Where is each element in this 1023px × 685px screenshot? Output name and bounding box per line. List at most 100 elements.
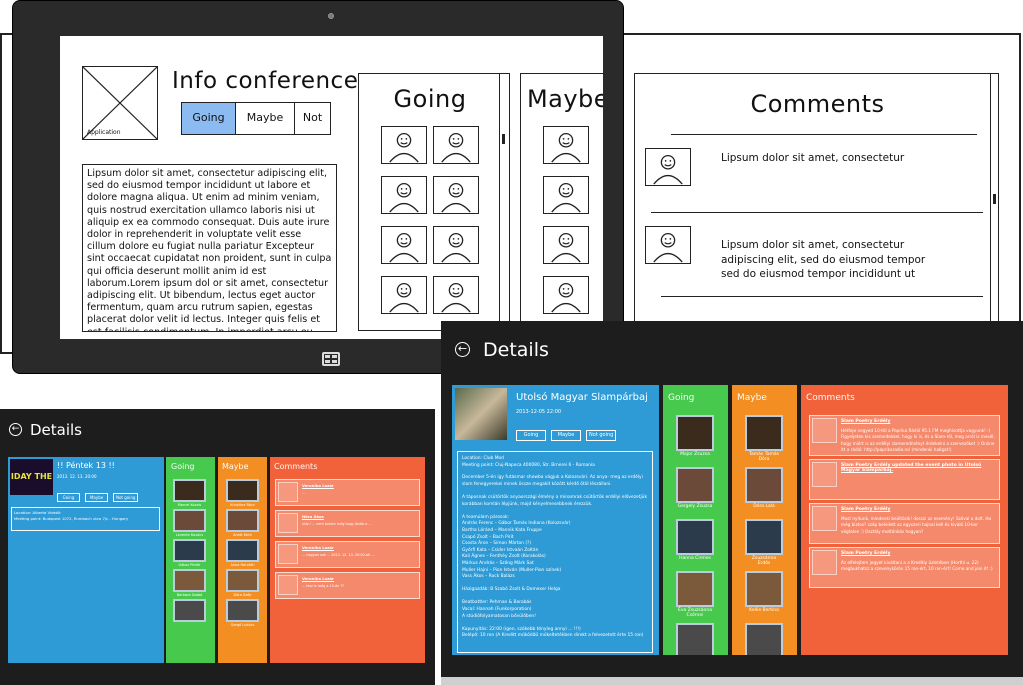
attendee[interactable]: Zsuzsánna Erdős <box>745 519 783 566</box>
comment-author[interactable]: Nóra Ákos <box>302 514 417 519</box>
maybe-option[interactable]: Maybe <box>236 103 295 134</box>
attendee-name: Gergely Zsuzsa <box>677 504 713 509</box>
comment-card[interactable]: Slam Poetry Erdély updated the event pho… <box>809 459 1000 500</box>
attendee-avatar-icon <box>433 276 479 314</box>
attendee-avatar-icon <box>543 126 589 164</box>
description-line <box>462 488 648 495</box>
going-option[interactable]: Going <box>182 103 236 134</box>
back-arrow-icon[interactable]: ← <box>9 423 22 436</box>
event-thumbnail <box>455 388 507 440</box>
not-going-button[interactable]: Not going <box>113 493 139 502</box>
attendee-name: Anna Horváth <box>230 563 255 567</box>
attendee[interactable]: Hanna Cirmes <box>676 519 714 561</box>
going-button[interactable]: Going <box>516 430 546 441</box>
attendee-avatar-icon <box>433 126 479 164</box>
rsvp-segmented-control[interactable]: Going Maybe Not <box>181 102 331 135</box>
attendee-name: Éva Zsuzsánna Csőrnei <box>678 608 712 618</box>
attendee[interactable]: Dóra Lala <box>745 467 783 509</box>
not-going-button[interactable]: Not going <box>586 430 617 441</box>
comments-tile: Comments Veronika Lazár... Nóra Ákos Üdv.!… <box>270 457 425 663</box>
attendee[interactable]: Gergő Lukács <box>226 599 259 627</box>
description-line: Kali Ágnes – Fenthéy Zsolt (Korakolás) <box>462 554 546 560</box>
comment-author[interactable]: Veronika Lazár <box>302 483 417 488</box>
mockup-left-frame-edge <box>0 33 12 354</box>
attendee-name: Krisztina Rácz <box>230 503 255 507</box>
maybe-avatar-grid <box>543 126 589 326</box>
attendee[interactable]: Levente Kovács <box>173 509 206 537</box>
attendee[interactable]: Marcel Kocsis <box>173 479 206 507</box>
comment-text: ... lesz is még a 13-án ?? <box>302 583 344 588</box>
attendee[interactable] <box>745 623 783 655</box>
tablet-screen: Application Info conference Going Maybe … <box>60 36 603 339</box>
maybe-heading: Maybe <box>222 462 249 471</box>
comments-scrollbar[interactable] <box>990 74 998 336</box>
attendee[interactable] <box>676 623 714 655</box>
attendee-photo <box>676 415 714 451</box>
attendee[interactable]: Anna Horváth <box>226 539 259 567</box>
scroll-thumb[interactable] <box>502 134 505 144</box>
comment-author[interactable]: Veronika Lazár <box>302 545 417 550</box>
comment-card[interactable]: Veronika Lazár... <box>275 479 420 506</box>
attendee[interactable]: Gábor Pintér <box>173 539 206 567</box>
going-button[interactable]: Going <box>57 493 80 502</box>
comment-author[interactable]: Slam Poetry Erdély <box>841 551 997 556</box>
description-line: A stúdiófolyamatosan bővülőben! <box>462 613 536 619</box>
comment-author[interactable]: Slam Poetry Erdély <box>841 507 997 512</box>
attendee-name: Levente Kovács <box>175 533 204 537</box>
comment-card[interactable]: Veronika Lazár ... lesz is még a 13-án ?? <box>275 572 420 599</box>
event-thumbnail: IDAY THE 13 <box>10 459 53 495</box>
attendee[interactable] <box>173 599 206 623</box>
attendee-avatar-icon <box>433 176 479 214</box>
going-scrollbar[interactable] <box>499 74 509 330</box>
horizontal-scrollbar[interactable] <box>441 677 1023 685</box>
comment-card[interactable]: Veronika Lazár ... nagyon sok ... 2013. 1… <box>275 541 420 568</box>
attendee-avatar-icon <box>381 226 427 264</box>
maybe-tile: Maybe Tamás Tamás Dóra Dóra Lala Zsuzsánna… <box>732 385 797 655</box>
going-panel: Going <box>358 73 510 331</box>
attendee[interactable]: Anett Kerti <box>226 509 259 537</box>
attendee-photo <box>226 569 259 592</box>
maybe-button[interactable]: Maybe <box>551 430 582 441</box>
attendee[interactable]: Barbara Szabó <box>173 569 206 597</box>
windows-button-icon[interactable] <box>322 352 340 366</box>
event-image-placeholder: Application <box>82 66 158 140</box>
attendee[interactable]: Kellie Bertina <box>745 571 783 613</box>
description-line: Házigazdák: B Szabó Zsolt & Domexer Helg… <box>462 587 561 593</box>
attendee[interactable]: Krisztina Rácz <box>226 479 259 507</box>
attendee-name: Dóra Szép <box>233 593 252 597</box>
not-option[interactable]: Not <box>295 103 330 134</box>
meeting-point-line: Meeting point: Cluj-Napoca 400080, Str. … <box>462 462 595 468</box>
comment-card[interactable]: Slam Poetry Erdély Hétfeje negyed 10-től … <box>809 415 1000 456</box>
going-title: Going <box>393 85 467 113</box>
event-name: !! Péntek 13 !! <box>57 461 115 470</box>
comment-text: Üdv.! ... nem tudom még hogy jövök-e ... <box>302 521 372 526</box>
commenter-avatar <box>812 550 837 575</box>
attendee[interactable]: Éva Zsuzsánna Csőrnei <box>676 571 714 618</box>
comment-card[interactable]: Slam Poetry Erdély Most nyitunk, mindenki… <box>809 503 1000 544</box>
image-caption: Application <box>87 129 121 136</box>
comment-card[interactable]: Slam Poetry Erdély Az elfelejtem jegyet k… <box>809 547 1000 588</box>
event-date: 2013. 12. 13. 20:00 <box>57 474 97 479</box>
attendee-photo <box>676 623 714 655</box>
scroll-thumb[interactable] <box>993 194 996 204</box>
attendee[interactable]: Gergely Zsuzsa <box>676 467 714 509</box>
attendee-photo <box>173 599 206 622</box>
comment-author[interactable]: Slam Poetry Erdély <box>841 419 997 424</box>
attendee[interactable]: Dóra Szép <box>226 569 259 597</box>
comments-panel: Comments Lipsum dolor sit amet, consecte… <box>634 73 999 337</box>
rsvp-buttons: Going Maybe Not going <box>57 484 164 503</box>
attendee-avatar-icon <box>543 276 589 314</box>
going-avatar-grid <box>381 126 481 326</box>
attendee-name: Gábor Pintér <box>178 563 201 567</box>
attendee[interactable]: Major Zsuzsa <box>676 415 714 457</box>
comment-author[interactable]: Veronika Lazár <box>302 576 417 581</box>
attendee[interactable]: Tamás Tamás Dóra <box>745 415 783 462</box>
maybe-button[interactable]: Maybe <box>85 493 109 502</box>
comment-card[interactable]: Nóra Ákos Üdv.! ... nem tudom még hogy jö… <box>275 510 420 537</box>
comment-text: ... <box>302 490 306 495</box>
comment-text: Lipsum dolor sit amet, consectetur adipi… <box>721 239 926 280</box>
comment-text: Lipsum dolor sit amet, consectetur <box>721 152 905 164</box>
maybe-heading: Maybe <box>737 393 767 403</box>
back-arrow-icon[interactable]: ← <box>455 342 470 357</box>
description-line: Márkus András – Szőng Márk Sat <box>462 560 534 566</box>
